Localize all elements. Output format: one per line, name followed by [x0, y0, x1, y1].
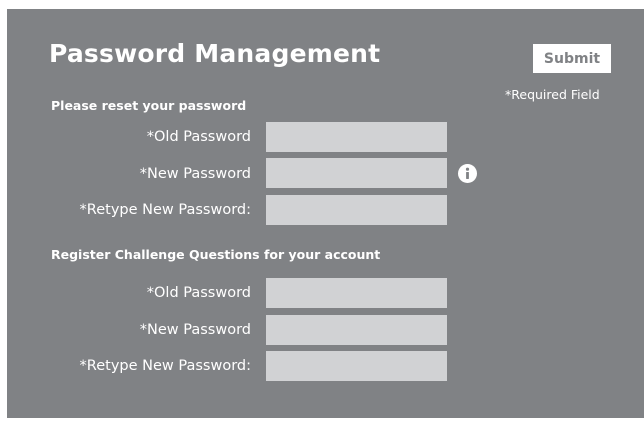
reset-old-password-label: *Old Password — [146, 129, 251, 145]
reset-retype-password-label: *Retype New Password: — [79, 202, 251, 218]
page-title: Password Management — [49, 39, 381, 68]
challenge-new-password-label: *New Password — [139, 322, 251, 338]
challenge-retype-password-label: *Retype New Password: — [79, 358, 251, 374]
required-field-note: *Required Field — [505, 87, 600, 102]
info-icon[interactable] — [458, 164, 477, 183]
reset-password-heading: Please reset your password — [51, 98, 247, 113]
challenge-questions-heading: Register Challenge Questions for your ac… — [51, 247, 381, 262]
submit-button[interactable]: Submit — [533, 44, 611, 73]
reset-retype-password-input[interactable] — [266, 195, 447, 225]
challenge-old-password-input[interactable] — [266, 278, 447, 308]
reset-new-password-label: *New Password — [139, 166, 251, 182]
challenge-old-password-label: *Old Password — [146, 285, 251, 301]
challenge-retype-password-input[interactable] — [266, 351, 447, 381]
password-management-panel: Password Management Submit *Required Fie… — [7, 9, 644, 418]
challenge-new-password-input[interactable] — [266, 315, 447, 345]
reset-new-password-input[interactable] — [266, 158, 447, 188]
reset-old-password-input[interactable] — [266, 122, 447, 152]
